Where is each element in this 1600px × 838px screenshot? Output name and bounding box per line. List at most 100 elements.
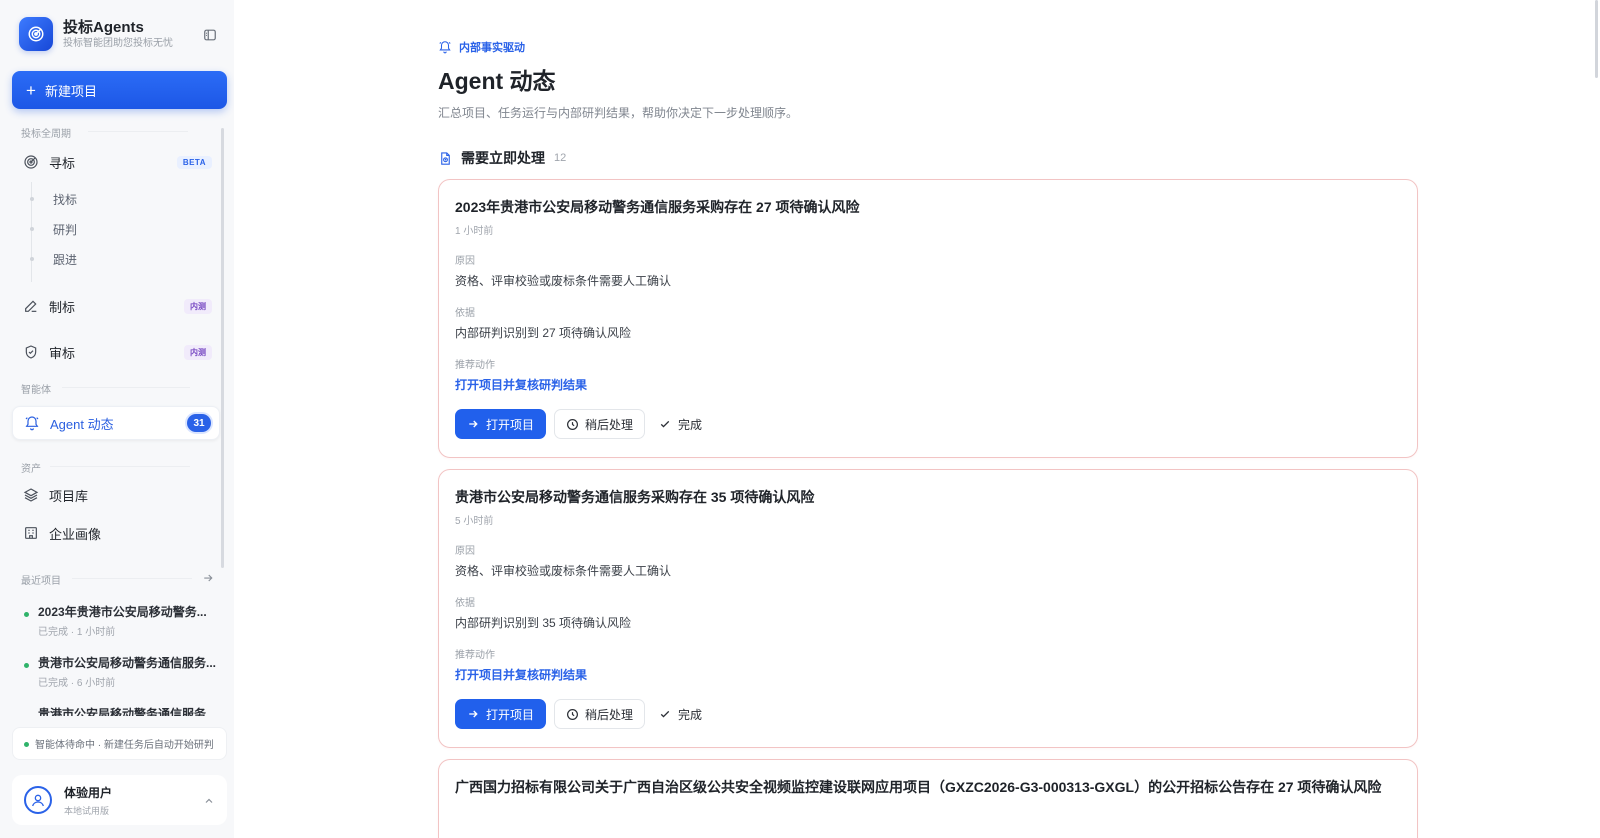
button-label: 打开项目 (486, 707, 535, 722)
status-dot (24, 612, 29, 617)
later-button[interactable]: 稍后处理 (554, 699, 646, 729)
check-icon (659, 708, 671, 720)
card-title: 广西国力招标有限公司关于广西自治区级公共安全视频监控建设联网应用项目（GXZC2… (455, 779, 1382, 795)
card-time: 5 小时前 (455, 516, 494, 527)
recent-project-title: 贵港市公安局移动警务通信服务... (38, 656, 216, 670)
sidebar-item-label: 制标 (49, 299, 76, 315)
recommend-action-link[interactable]: 打开项目并复核研判结果 (455, 376, 1401, 393)
user-name: 体验用户 (64, 785, 113, 800)
avatar (24, 786, 52, 814)
recent-project-item[interactable]: 贵港市公安局移动警务通信服务... 已完成 · 6 小时前 (24, 654, 216, 689)
page-description: 汇总项目、任务运行与内部研判结果，帮助你决定下一步处理顺序。 (438, 106, 799, 120)
sidebar-item-label: 企业画像 (49, 526, 102, 542)
sidebar-item-enterprise[interactable]: 企业画像 (12, 516, 220, 550)
sidebar-item-zhibiao[interactable]: 制标 内测 (12, 289, 220, 323)
page-eyebrow: 内部事实驱动 (438, 39, 525, 55)
card-title: 贵港市公安局移动警务通信服务采购存在 35 项待确认风险 (455, 489, 815, 505)
recommend-label: 推荐动作 (455, 360, 495, 371)
shield-check-icon (23, 344, 39, 360)
internal-test-badge: 内测 (184, 298, 212, 314)
sidebar-subitem-genjin[interactable]: 跟进 (53, 251, 77, 268)
sub-dot (30, 197, 34, 201)
eyebrow-label: 内部事实驱动 (459, 42, 525, 54)
reason-value: 资格、评审校验或废标条件需要人工确认 (455, 564, 672, 578)
radar-icon (23, 154, 39, 170)
sidebar-collapse-icon[interactable] (203, 28, 217, 42)
recent-project-meta: 已完成 · 6 小时前 (38, 678, 116, 689)
section-count: 12 (554, 152, 567, 164)
section-divider (50, 466, 190, 467)
section-divider (72, 578, 192, 579)
section-header: 需要立即处理 12 (438, 148, 566, 168)
sidebar-item-label: 寻标 (49, 155, 76, 171)
button-label: 稍后处理 (585, 417, 634, 432)
section-label-lifecycle: 投标全周期 (21, 129, 71, 140)
layers-icon (23, 487, 39, 503)
arrow-right-icon[interactable] (202, 571, 214, 589)
beta-badge: BETA (176, 155, 212, 169)
basis-label: 依据 (455, 308, 475, 319)
main-content: 内部事实驱动 Agent 动态 汇总项目、任务运行与内部研判结果，帮助你决定下一… (234, 0, 1600, 838)
sidebar-item-shenbiao[interactable]: 审标 内测 (12, 335, 220, 369)
agent-status-box: 智能体待命中 · 新建任务后自动开始研判 (12, 727, 227, 760)
sub-dot (30, 227, 34, 231)
done-button[interactable]: 完成 (659, 409, 702, 439)
sidebar-item-project-lib[interactable]: 项目库 (12, 478, 220, 512)
arrow-right-icon (467, 708, 479, 720)
open-project-button[interactable]: 打开项目 (455, 699, 547, 729)
page-title: Agent 动态 (438, 68, 556, 94)
reason-label: 原因 (455, 546, 475, 557)
sidebar-subitem-zhaobiao[interactable]: 找标 (53, 191, 77, 208)
alert-card: 贵港市公安局移动警务通信服务采购存在 35 项待确认风险 5 小时前 原因 资格… (438, 469, 1418, 748)
basis-label: 依据 (455, 598, 475, 609)
section-title: 需要立即处理 (461, 150, 545, 166)
recent-project-title: 贵港市公安局移动警务通信服务... (38, 707, 216, 716)
new-project-button[interactable]: + 新建项目 (12, 71, 227, 109)
sidebar-subitem-yanpan[interactable]: 研判 (53, 221, 77, 238)
done-button[interactable]: 完成 (659, 699, 702, 729)
sidebar-item-label: 审标 (49, 345, 76, 361)
sidebar-item-xunbiao[interactable]: 寻标 BETA (12, 145, 220, 179)
open-project-button[interactable]: 打开项目 (455, 409, 547, 439)
section-label-assets: 资产 (21, 464, 41, 475)
brand-logo-icon (19, 17, 53, 51)
reason-label: 原因 (455, 256, 475, 267)
recommend-label: 推荐动作 (455, 650, 495, 661)
section-divider (62, 387, 190, 388)
pen-icon (23, 298, 39, 314)
reason-value: 资格、评审校验或废标条件需要人工确认 (455, 274, 672, 288)
arrow-right-icon (467, 418, 479, 430)
later-button[interactable]: 稍后处理 (554, 409, 646, 439)
status-dot (24, 663, 29, 668)
recent-project-item[interactable]: 贵港市公安局移动警务通信服务... (24, 705, 216, 716)
internal-test-badge: 内测 (184, 344, 212, 360)
document-alert-icon (438, 151, 453, 166)
clock-icon (566, 708, 579, 721)
brand-title: 投标Agents (63, 18, 144, 36)
sidebar-scrollbar[interactable] (221, 128, 224, 568)
sidebar: 投标Agents 投标智能团助您投标无忧 + 新建项目 投标全周期 寻标 BET… (0, 0, 234, 838)
recent-project-meta: 已完成 · 1 小时前 (38, 627, 116, 638)
recent-project-item[interactable]: 2023年贵港市公安局移动警务... 已完成 · 1 小时前 (24, 603, 216, 638)
basis-value: 内部研判识别到 35 项待确认风险 (455, 616, 632, 630)
alert-card: 广西国力招标有限公司关于广西自治区级公共安全视频监控建设联网应用项目（GXZC2… (438, 759, 1418, 838)
building-icon (23, 525, 39, 541)
user-menu[interactable]: 体验用户 本地试用版 (12, 775, 227, 825)
card-time: 1 小时前 (455, 226, 494, 237)
recommend-action-link[interactable]: 打开项目并复核研判结果 (455, 666, 1401, 683)
section-label-agents: 智能体 (21, 385, 51, 396)
chevron-up-icon[interactable] (203, 794, 215, 812)
card-title: 2023年贵港市公安局移动警务通信服务采购存在 27 项待确认风险 (455, 199, 860, 215)
alert-card: 2023年贵港市公安局移动警务通信服务采购存在 27 项待确认风险 1 小时前 … (438, 179, 1418, 458)
button-label: 稍后处理 (585, 707, 634, 722)
sub-dot (30, 257, 34, 261)
new-project-label: 新建项目 (44, 83, 97, 99)
user-subtitle: 本地试用版 (64, 805, 110, 816)
sidebar-item-agent-dynamics[interactable]: Agent 动态 31 (12, 406, 220, 440)
clock-icon (566, 418, 579, 431)
brand[interactable]: 投标Agents 投标智能团助您投标无忧 (19, 17, 173, 51)
basis-value: 内部研判识别到 27 项待确认风险 (455, 326, 632, 340)
button-label: 完成 (678, 417, 703, 432)
check-icon (659, 418, 671, 430)
main-scrollbar[interactable] (1595, 0, 1598, 78)
